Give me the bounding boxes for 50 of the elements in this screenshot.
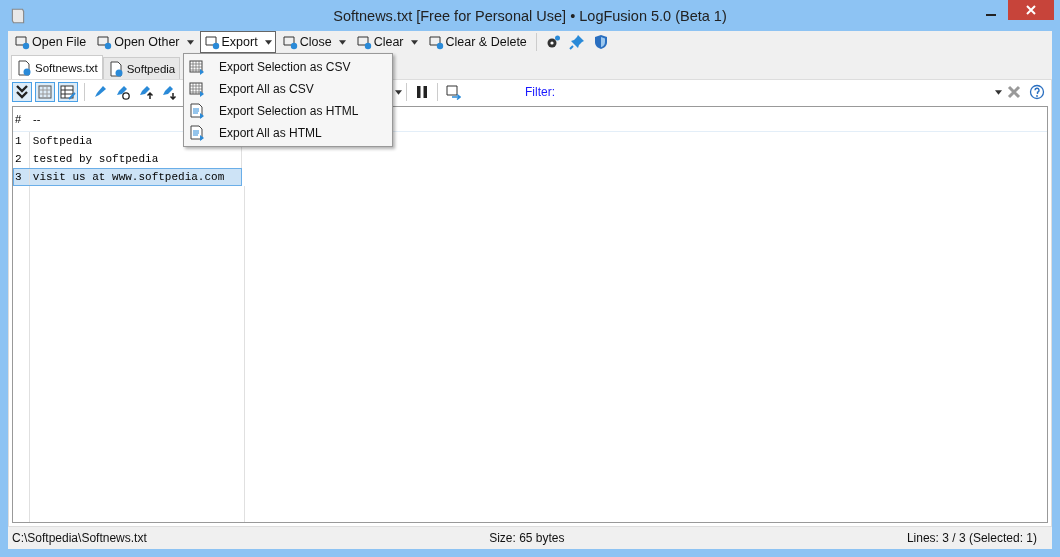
window-title: Softnews.txt [Free for Personal Use] • LogFusion 5.0 (Beta 1): [332, 7, 728, 24]
toolbar-button[interactable]: Clear & Delete: [423, 31, 531, 53]
table-cell: visit us at www.softpedia.com: [29, 168, 242, 186]
grid-icon: [189, 59, 205, 75]
file-size: Size: 65 bytes: [489, 531, 565, 545]
menu-item[interactable]: Export Selection as HTML: [184, 100, 392, 122]
toolbar-button[interactable]: Open Other: [92, 31, 198, 53]
collapse-icon[interactable]: [12, 82, 32, 102]
marker-clear-icon[interactable]: [115, 84, 131, 100]
marker-down-icon[interactable]: [161, 84, 177, 100]
caret-icon[interactable]: [995, 89, 1002, 95]
toolbar-button[interactable]: Open File: [10, 31, 91, 53]
column-header[interactable]: #: [13, 107, 30, 131]
line-number: 3: [13, 168, 30, 186]
document-icon: [427, 34, 444, 50]
file-path: C:\Softpedia\Softnews.txt: [12, 531, 147, 545]
app-icon: [9, 6, 27, 25]
minimize-icon: [986, 14, 996, 16]
document-icon: [189, 103, 205, 119]
document-icon: [14, 34, 30, 50]
file-tab[interactable]: Softnews.txt: [11, 55, 103, 79]
toolbar-button[interactable]: Clear: [351, 31, 422, 53]
document-icon: [16, 59, 32, 76]
document-icon: [107, 60, 124, 77]
file-tab[interactable]: Softpedia: [102, 57, 181, 79]
document-icon: [281, 34, 298, 50]
document-icon: [189, 125, 205, 141]
grid-icon: [189, 81, 205, 97]
line-number: 1: [13, 132, 30, 150]
close-icon: [1026, 5, 1036, 15]
document-icon: [203, 34, 220, 50]
marker-icon[interactable]: [92, 84, 108, 100]
close-button[interactable]: [1008, 0, 1054, 20]
menu-item[interactable]: Export Selection as CSV: [184, 56, 392, 78]
table-edit-icon[interactable]: [58, 82, 78, 102]
filter-label: Filter:: [525, 85, 555, 99]
document-icon: [96, 34, 113, 50]
pause-icon[interactable]: [414, 84, 430, 100]
toolbar-button[interactable]: Close: [277, 31, 350, 53]
marker-up-icon[interactable]: [138, 84, 154, 100]
document-icon: [355, 34, 372, 50]
line-count: Lines: 3 / 3 (Selected: 1): [906, 531, 1037, 545]
caret-icon[interactable]: [395, 89, 402, 95]
log-row[interactable]: 3 visit us at www.softpedia.com: [13, 168, 242, 186]
toolbar-button[interactable]: Export: [199, 31, 276, 53]
help-icon[interactable]: [1029, 84, 1045, 100]
export-log-icon[interactable]: [445, 84, 461, 100]
menu-item[interactable]: Export All as CSV: [184, 78, 392, 100]
shield-icon[interactable]: [592, 34, 609, 50]
pin-icon[interactable]: [568, 34, 585, 50]
